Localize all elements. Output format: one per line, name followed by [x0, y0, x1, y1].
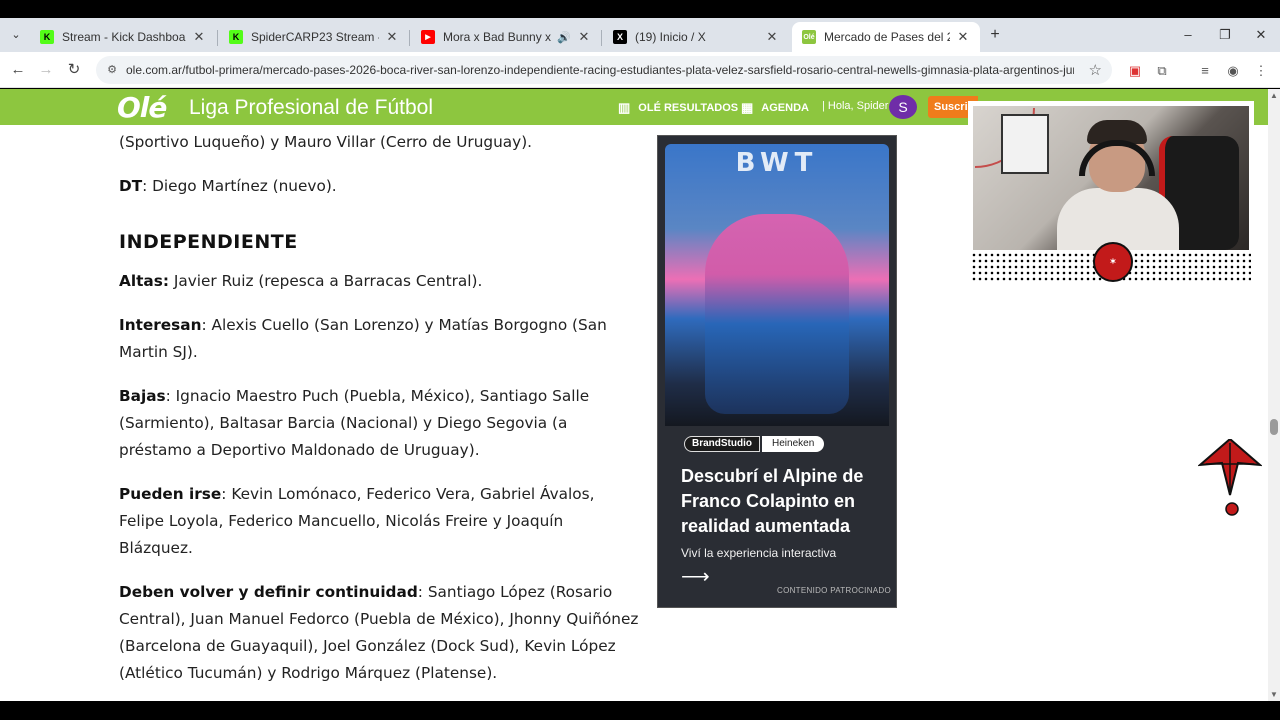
ad-tag-brandstudio: BrandStudio: [684, 436, 760, 452]
streamer-body: [1057, 188, 1179, 250]
paragraph-interesan: Interesan: Alexis Cuello (San Lorenzo) y…: [119, 316, 607, 361]
tab-strip: ⌄ K Stream - Kick Dashboard ✕ K SpiderCA…: [0, 18, 1280, 52]
webcam-video: [973, 106, 1249, 250]
bookmark-star-icon[interactable]: ☆: [1089, 61, 1102, 79]
close-window-icon[interactable]: ✕: [1251, 26, 1271, 44]
paragraph-altas: Altas: Javier Ruiz (repesca a Barracas C…: [119, 272, 483, 290]
spider-logo-icon: [1198, 439, 1262, 516]
menu-kebab-icon[interactable]: ⋮: [1252, 62, 1270, 80]
avatar[interactable]: S: [889, 95, 917, 119]
ad-headline[interactable]: Descubrí el Alpine de Franco Colapinto e…: [681, 464, 881, 539]
section-title[interactable]: Liga Profesional de Fútbol: [189, 96, 433, 120]
tab-kick-dashboard[interactable]: K Stream - Kick Dashboard ✕: [30, 22, 216, 52]
tab-separator: [217, 30, 218, 46]
x-icon: X: [613, 30, 627, 44]
wall-poster: [1001, 114, 1049, 174]
close-tab-icon[interactable]: ✕: [192, 29, 206, 45]
extensions-puzzle-icon[interactable]: ⧉: [1153, 62, 1171, 80]
tab-youtube-music[interactable]: ▶ Mora x Bad Bunny x Sech - 🔊 ✕: [411, 22, 601, 52]
back-icon[interactable]: ←: [8, 60, 28, 80]
nav-agenda[interactable]: ▦ AGENDA: [741, 100, 809, 116]
kick-icon: K: [229, 30, 243, 44]
close-tab-icon[interactable]: ✕: [765, 29, 779, 45]
paragraph-bajas: Bajas: Ignacio Maestro Puch (Puebla, Méx…: [119, 387, 590, 459]
ad-car-image[interactable]: BWT: [665, 144, 889, 426]
browser-toolbar: ← → ↻ ⚙ ole.com.ar/futbol-primera/mercad…: [0, 52, 1280, 88]
bar-chart-icon: ▥: [618, 100, 631, 115]
paragraph-deben-volver: Deben volver y definir continuidad: Sant…: [119, 583, 639, 682]
close-tab-icon[interactable]: ✕: [577, 29, 591, 45]
reload-icon[interactable]: ↻: [64, 60, 84, 80]
scroll-up-icon[interactable]: ▲: [1270, 91, 1278, 100]
screen: ⌄ K Stream - Kick Dashboard ✕ K SpiderCA…: [0, 0, 1280, 720]
paragraph-prev-team: (Sportivo Luqueño) y Mauro Villar (Cerro…: [119, 133, 533, 151]
page-scrollbar[interactable]: ▲ ▼: [1268, 89, 1280, 701]
address-bar[interactable]: ⚙ ole.com.ar/futbol-primera/mercado-pase…: [96, 56, 1112, 84]
minimize-icon[interactable]: –: [1178, 26, 1198, 44]
nav-resultados[interactable]: ▥ OLÉ RESULTADOS: [618, 100, 738, 116]
paragraph-pueden-irse: Pueden irse: Kevin Lomónaco, Federico Ve…: [119, 485, 595, 557]
tab-separator: [409, 30, 410, 46]
close-tab-icon[interactable]: ✕: [385, 29, 399, 45]
url-text[interactable]: ole.com.ar/futbol-primera/mercado-pases-…: [126, 63, 1074, 77]
ad-banner-text: BWT: [735, 148, 819, 178]
kick-icon: K: [40, 30, 54, 44]
arrow-right-icon[interactable]: ⟶: [681, 564, 710, 589]
team-heading: INDEPENDIENTE: [119, 231, 298, 253]
speaker-icon[interactable]: 🔊: [557, 31, 571, 44]
tab-x-home[interactable]: X (19) Inicio / X ✕: [603, 22, 789, 52]
extension-icon[interactable]: ▣: [1126, 62, 1144, 80]
streamer-badge-logo: ✶: [1093, 242, 1133, 282]
ole-logo[interactable]: Olé: [117, 91, 167, 124]
close-tab-icon[interactable]: ✕: [956, 29, 970, 45]
restore-icon[interactable]: ❐: [1215, 26, 1235, 44]
sponsored-ad[interactable]: BWT BrandStudio Heineken Descubrí el Alp…: [657, 135, 897, 608]
new-tab-button[interactable]: +: [986, 26, 1004, 44]
user-greeting[interactable]: | Hola, Spider: [822, 100, 888, 112]
forward-icon[interactable]: →: [36, 60, 56, 80]
youtube-icon: ▶: [421, 30, 435, 44]
paragraph-dt: DT: Diego Martínez (nuevo).: [119, 177, 337, 195]
ole-icon: Olé: [802, 30, 816, 44]
tab-mercado-pases[interactable]: Olé Mercado de Pases del 2026: Ar ✕: [792, 22, 980, 52]
calendar-icon: ▦: [741, 100, 754, 115]
alpine-car-shape: [705, 214, 849, 414]
ad-tag-sponsor: Heineken: [762, 436, 825, 452]
tab-separator: [601, 30, 602, 46]
scroll-down-icon[interactable]: ▼: [1270, 690, 1278, 699]
tab-spidercarp-stream[interactable]: K SpiderCARP23 Stream - Watch ✕: [219, 22, 409, 52]
webcam-overlay: ✶: [968, 101, 1254, 284]
ad-sponsored-label: CONTENIDO PATROCINADO: [777, 586, 892, 595]
site-info-icon[interactable]: ⚙: [104, 62, 120, 78]
media-control-icon[interactable]: ≡: [1196, 62, 1214, 80]
tab-search-icon[interactable]: ⌄: [6, 26, 26, 44]
scroll-thumb[interactable]: [1270, 419, 1278, 435]
profile-icon[interactable]: ◉: [1224, 62, 1242, 80]
ad-subline: Viví la experiencia interactiva: [681, 546, 837, 560]
